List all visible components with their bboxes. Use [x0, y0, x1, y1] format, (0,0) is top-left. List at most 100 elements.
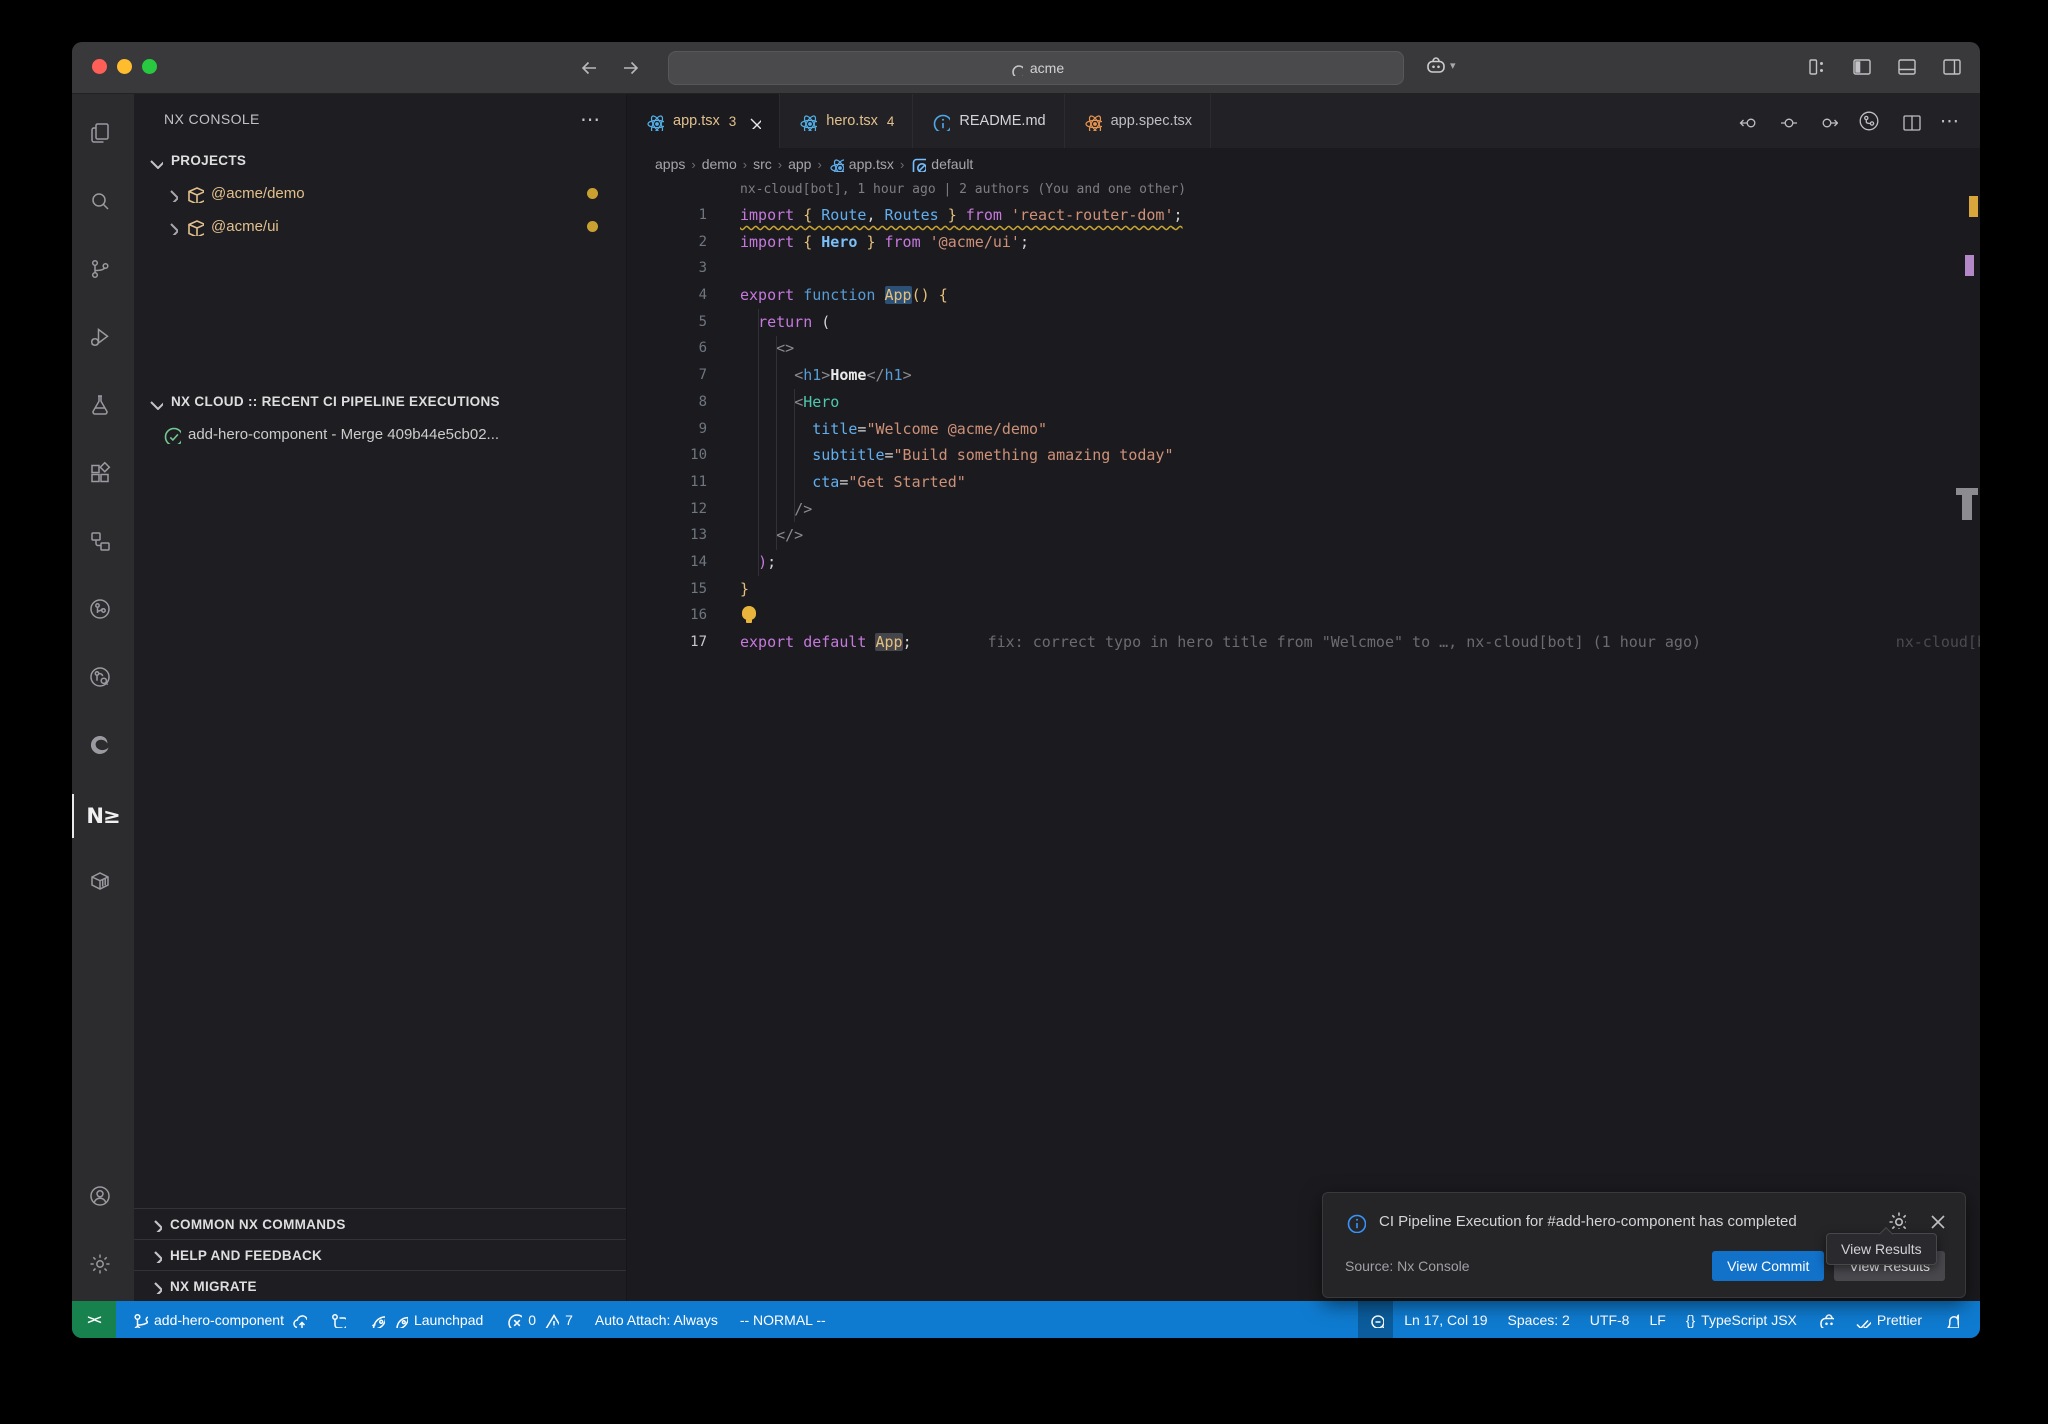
code-token: return	[758, 313, 812, 331]
code-line-2[interactable]: 2import { Hero } from '@acme/ui';	[627, 229, 1980, 256]
eol-item[interactable]: LF	[1640, 1301, 1674, 1338]
toggle-secondary-sidebar-icon[interactable]	[1940, 55, 1964, 79]
activity-item-run-and-debug[interactable]	[72, 306, 134, 374]
copilot-item[interactable]	[1808, 1301, 1843, 1338]
code-line-3[interactable]: 3	[627, 255, 1980, 282]
activity-item-explorer[interactable]	[72, 102, 134, 170]
code-line-9[interactable]: 9 title="Welcome @acme/demo"	[627, 416, 1980, 443]
project-item-0[interactable]: @acme/demo	[134, 177, 626, 210]
activity-item-containers[interactable]	[72, 850, 134, 918]
copilot-menu-button[interactable]: ▾	[1424, 54, 1456, 76]
gitlens-current-commit-icon[interactable]	[1777, 111, 1798, 132]
editor-more-actions-icon[interactable]: ⋯	[1940, 110, 1960, 133]
cursor-position-item[interactable]: Ln 17, Col 19	[1395, 1301, 1496, 1338]
breadcrumb-item-src[interactable]: src	[753, 156, 772, 172]
vim-mode-item[interactable]: -- NORMAL --	[731, 1301, 835, 1338]
prettier-item[interactable]: Prettier	[1845, 1301, 1931, 1338]
code-line-7[interactable]: 7 <h1>Home</h1>	[627, 362, 1980, 389]
maximize-window-button[interactable]	[142, 59, 157, 74]
minimize-window-button[interactable]	[117, 59, 132, 74]
tab-app.spec.tsx[interactable]: app.spec.tsx	[1065, 94, 1211, 148]
activity-item-settings[interactable]	[72, 1233, 134, 1301]
breadcrumb: apps›demo›src›app›app.tsx›default	[627, 148, 1980, 180]
activity-item-extensions[interactable]	[72, 442, 134, 510]
tab-app.tsx[interactable]: app.tsx3	[627, 94, 780, 148]
sidebar-title: NX CONSOLE	[164, 111, 260, 127]
pipeline-execution-item[interactable]: add-hero-component - Merge 409b44e5cb02.…	[134, 418, 626, 451]
zoom-indicator[interactable]	[1358, 1301, 1393, 1338]
code-line-12[interactable]: 12 />	[627, 496, 1980, 523]
activity-item-edge-browser[interactable]	[72, 714, 134, 782]
section-nx-migrate[interactable]: NX MIGRATE	[134, 1270, 626, 1301]
code-line-1[interactable]: 1import { Route, Routes } from 'react-ro…	[627, 202, 1980, 229]
code-line-14[interactable]: 14 );	[627, 549, 1980, 576]
activity-item-nx-console[interactable]: N≥	[72, 782, 134, 850]
search-icon	[1008, 61, 1023, 76]
code-line-11[interactable]: 11 cta="Get Started"	[627, 469, 1980, 496]
code-line-10[interactable]: 10 subtitle="Build something amazing tod…	[627, 442, 1980, 469]
forward-icon[interactable]	[619, 56, 643, 80]
line-number: 9	[627, 416, 740, 443]
indentation-item[interactable]: Spaces: 2	[1499, 1301, 1579, 1338]
tab-hero.tsx[interactable]: hero.tsx4	[780, 94, 913, 148]
tab-README.md[interactable]: README.md	[913, 94, 1064, 148]
code-token: default	[803, 633, 866, 651]
customize-layout-icon[interactable]	[1805, 55, 1829, 79]
breadcrumb-item-demo[interactable]: demo	[702, 156, 737, 172]
split-editor-icon[interactable]	[1900, 111, 1921, 132]
toggle-primary-sidebar-icon[interactable]	[1850, 55, 1874, 79]
commit-graph-icon[interactable]	[1857, 109, 1881, 133]
activity-item-accounts[interactable]	[72, 1165, 134, 1233]
code-line-8[interactable]: 8 <Hero	[627, 389, 1980, 416]
back-icon[interactable]	[577, 56, 601, 80]
more-actions-icon[interactable]: ⋯	[580, 107, 602, 132]
launchpad-item[interactable]: Launchpad	[359, 1301, 492, 1338]
problems-item[interactable]: 07	[496, 1301, 582, 1338]
breadcrumb-item-app.tsx[interactable]: app.tsx	[828, 156, 894, 172]
git-branch-item[interactable]: add-hero-component	[122, 1301, 316, 1338]
chevron-right-icon	[162, 219, 178, 235]
quick-fix-lightbulb-icon[interactable]	[742, 606, 756, 620]
code-line-17[interactable]: 17export default App;fix: correct typo i…	[627, 629, 1980, 656]
code-line-13[interactable]: 13 </>	[627, 522, 1980, 549]
code-token: ;	[767, 553, 776, 571]
code-line-5[interactable]: 5 return (	[627, 309, 1980, 336]
breadcrumb-item-app[interactable]: app	[788, 156, 811, 172]
gitlens-codelens-blame[interactable]: nx-cloud[bot], 1 hour ago | 2 authors (Y…	[740, 182, 1186, 197]
activity-item-references[interactable]	[72, 510, 134, 578]
activity-item-testing[interactable]	[72, 374, 134, 442]
encoding-item[interactable]: UTF-8	[1581, 1301, 1639, 1338]
code-token: </>	[776, 526, 803, 544]
project-item-1[interactable]: @acme/ui	[134, 210, 626, 243]
code-line-15[interactable]: 15}	[627, 576, 1980, 603]
section-common-nx-commands[interactable]: COMMON NX COMMANDS	[134, 1208, 626, 1239]
section-projects[interactable]: PROJECTS	[134, 144, 626, 177]
code-line-6[interactable]: 6 <>	[627, 335, 1980, 362]
notification-close-icon[interactable]	[1926, 1210, 1945, 1229]
notifications-bell[interactable]	[1933, 1301, 1968, 1338]
view-commit-button[interactable]: View Commit	[1712, 1251, 1824, 1281]
references-icon	[88, 529, 118, 559]
code-line-16[interactable]: 16	[627, 602, 1980, 629]
activity-item-gitlens-inspect[interactable]	[72, 646, 134, 714]
gitlens-back-commit-icon[interactable]	[1737, 111, 1758, 132]
breadcrumb-item-default[interactable]: default	[910, 156, 973, 172]
gitlens-forward-commit-icon[interactable]	[1817, 111, 1838, 132]
close-window-button[interactable]	[92, 59, 107, 74]
section-help-and-feedback[interactable]: HELP AND FEEDBACK	[134, 1239, 626, 1270]
code-editor[interactable]: nx-cloud[bot], 1 hour ago | 2 authors (Y…	[627, 180, 1980, 1301]
code-token: from	[966, 206, 1002, 224]
activity-item-source-control[interactable]	[72, 238, 134, 306]
notification-settings-gear-icon[interactable]	[1887, 1210, 1906, 1229]
code-line-4[interactable]: 4export function App() {	[627, 282, 1980, 309]
auto-attach-item[interactable]: Auto Attach: Always	[586, 1301, 727, 1338]
toggle-panel-icon[interactable]	[1895, 55, 1919, 79]
section-nx-cloud[interactable]: NX CLOUD :: RECENT CI PIPELINE EXECUTION…	[134, 385, 626, 418]
remote-indicator[interactable]: ><	[72, 1301, 116, 1338]
language-item[interactable]: {}TypeScript JSX	[1677, 1301, 1806, 1338]
git-compare-item[interactable]	[320, 1301, 355, 1338]
breadcrumb-item-apps[interactable]: apps	[655, 156, 685, 172]
activity-item-gitlens[interactable]	[72, 578, 134, 646]
activity-item-search[interactable]	[72, 170, 134, 238]
command-center-search[interactable]: acme	[668, 51, 1404, 85]
